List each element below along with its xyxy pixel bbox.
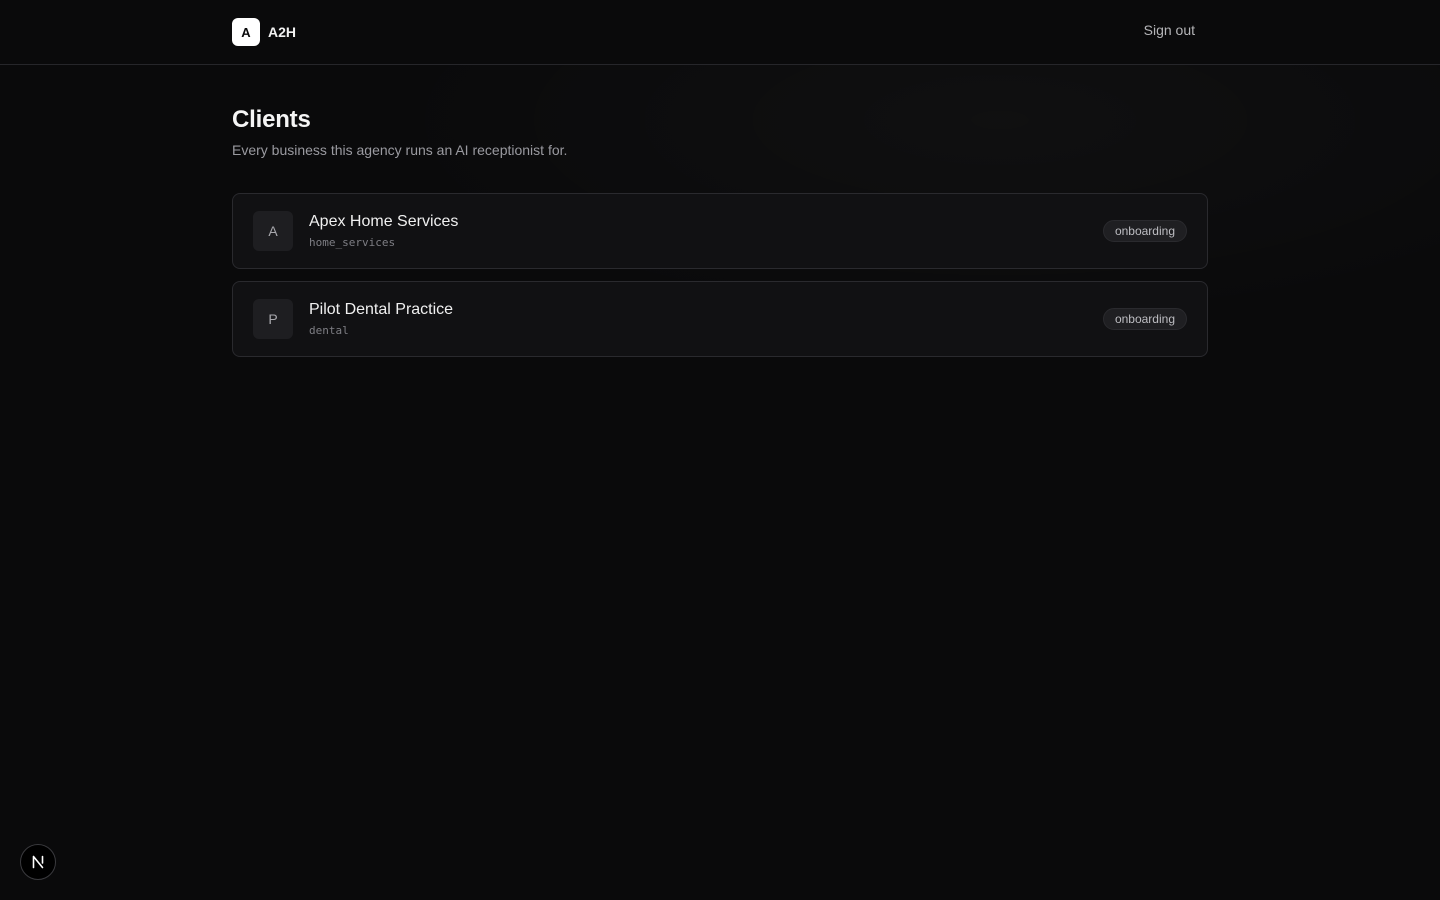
- top-nav-bar: A A2H Sign out: [0, 0, 1440, 65]
- client-info: Apex Home Services home_services: [309, 213, 1103, 249]
- client-list: A Apex Home Services home_services onboa…: [232, 193, 1208, 369]
- brand-logo-icon: A: [232, 18, 260, 46]
- client-name: Apex Home Services: [309, 213, 459, 230]
- client-card-apex-home-services[interactable]: A Apex Home Services home_services onboa…: [232, 193, 1208, 269]
- brand[interactable]: A A2H: [232, 18, 296, 46]
- client-industry: home_services: [309, 236, 396, 249]
- page-subtitle: Every business this agency runs an AI re…: [232, 142, 568, 158]
- brand-name: A2H: [268, 24, 297, 40]
- sign-out-button[interactable]: Sign out: [1144, 22, 1195, 38]
- page-header: Clients Every business this agency runs …: [232, 106, 567, 158]
- client-avatar: P: [253, 299, 293, 339]
- client-name: Pilot Dental Practice: [309, 301, 454, 318]
- client-card-pilot-dental-practice[interactable]: P Pilot Dental Practice dental onboardin…: [232, 281, 1208, 357]
- page-title: Clients: [232, 106, 311, 133]
- nextjs-icon: [32, 855, 44, 869]
- client-industry: dental: [309, 324, 349, 337]
- client-avatar: A: [253, 211, 293, 251]
- status-badge: onboarding: [1102, 308, 1187, 330]
- status-badge: onboarding: [1102, 220, 1187, 242]
- nextjs-dev-indicator-button[interactable]: [20, 844, 56, 880]
- client-info: Pilot Dental Practice dental: [309, 301, 1103, 337]
